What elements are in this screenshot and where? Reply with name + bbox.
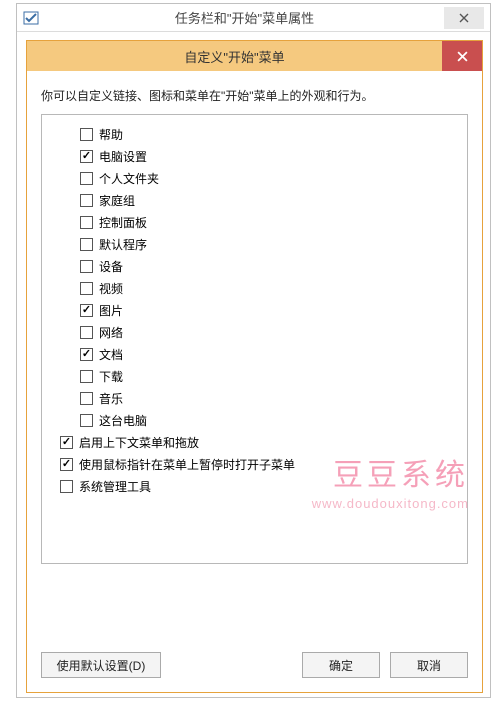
checkbox[interactable]: [80, 370, 93, 383]
checkbox[interactable]: [80, 414, 93, 427]
option-label: 设备: [99, 258, 123, 275]
option-label: 家庭组: [99, 192, 135, 209]
option-item[interactable]: 文档: [52, 343, 457, 365]
option-item[interactable]: 图片: [52, 299, 457, 321]
checkbox[interactable]: [80, 348, 93, 361]
option-item[interactable]: 家庭组: [52, 189, 457, 211]
option-item[interactable]: 控制面板: [52, 211, 457, 233]
option-label: 系统管理工具: [79, 478, 151, 495]
option-item[interactable]: 网络: [52, 321, 457, 343]
checkbox[interactable]: [80, 392, 93, 405]
checkbox[interactable]: [80, 260, 93, 273]
checkbox[interactable]: [80, 128, 93, 141]
option-label: 电脑设置: [99, 148, 147, 165]
checkbox[interactable]: [80, 304, 93, 317]
option-label: 个人文件夹: [99, 170, 159, 187]
checkbox[interactable]: [60, 458, 73, 471]
option-item[interactable]: 视频: [52, 277, 457, 299]
parent-close-button[interactable]: [444, 7, 484, 29]
option-label: 这台电脑: [99, 412, 147, 429]
option-item[interactable]: 这台电脑: [52, 409, 457, 431]
checkbox[interactable]: [80, 172, 93, 185]
option-item[interactable]: 系统管理工具: [52, 475, 457, 497]
option-item[interactable]: 默认程序: [52, 233, 457, 255]
option-item[interactable]: 设备: [52, 255, 457, 277]
options-list[interactable]: 帮助电脑设置个人文件夹家庭组控制面板默认程序设备视频图片网络文档下载音乐这台电脑…: [41, 114, 468, 564]
option-label: 图片: [99, 302, 123, 319]
checkbox[interactable]: [80, 238, 93, 251]
parent-window-title: 任务栏和"开始"菜单属性: [45, 8, 444, 27]
option-label: 控制面板: [99, 214, 147, 231]
checkbox[interactable]: [80, 282, 93, 295]
option-label: 默认程序: [99, 236, 147, 253]
option-label: 下载: [99, 368, 123, 385]
dialog-titlebar: 自定义"开始"菜单: [27, 41, 482, 71]
option-label: 网络: [99, 324, 123, 341]
option-item[interactable]: 电脑设置: [52, 145, 457, 167]
app-icon: [23, 10, 39, 26]
option-label: 使用鼠标指针在菜单上暂停时打开子菜单: [79, 456, 295, 473]
dialog-description: 你可以自定义链接、图标和菜单在"开始"菜单上的外观和行为。: [27, 71, 482, 114]
button-row: 使用默认设置(D) 确定 取消: [41, 652, 468, 678]
option-item[interactable]: 个人文件夹: [52, 167, 457, 189]
parent-titlebar: 任务栏和"开始"菜单属性: [17, 4, 490, 32]
option-label: 音乐: [99, 390, 123, 407]
option-item[interactable]: 帮助: [52, 123, 457, 145]
option-label: 视频: [99, 280, 123, 297]
option-item[interactable]: 音乐: [52, 387, 457, 409]
checkbox[interactable]: [80, 150, 93, 163]
dialog-title: 自定义"开始"菜单: [27, 47, 442, 66]
dialog-window: 自定义"开始"菜单 你可以自定义链接、图标和菜单在"开始"菜单上的外观和行为。 …: [26, 40, 483, 693]
checkbox[interactable]: [80, 216, 93, 229]
parent-window: 任务栏和"开始"菜单属性 自定义"开始"菜单 你可以自定义链接、图标和菜单在"开…: [16, 3, 491, 698]
option-item[interactable]: 启用上下文菜单和拖放: [52, 431, 457, 453]
checkbox[interactable]: [60, 480, 73, 493]
ok-button[interactable]: 确定: [302, 652, 380, 678]
option-item[interactable]: 下载: [52, 365, 457, 387]
option-label: 帮助: [99, 126, 123, 143]
checkbox[interactable]: [60, 436, 73, 449]
option-label: 文档: [99, 346, 123, 363]
checkbox[interactable]: [80, 194, 93, 207]
option-item[interactable]: 使用鼠标指针在菜单上暂停时打开子菜单: [52, 453, 457, 475]
checkbox[interactable]: [80, 326, 93, 339]
dialog-close-button[interactable]: [442, 41, 482, 71]
cancel-button[interactable]: 取消: [390, 652, 468, 678]
use-defaults-button[interactable]: 使用默认设置(D): [41, 652, 161, 678]
option-label: 启用上下文菜单和拖放: [79, 434, 199, 451]
